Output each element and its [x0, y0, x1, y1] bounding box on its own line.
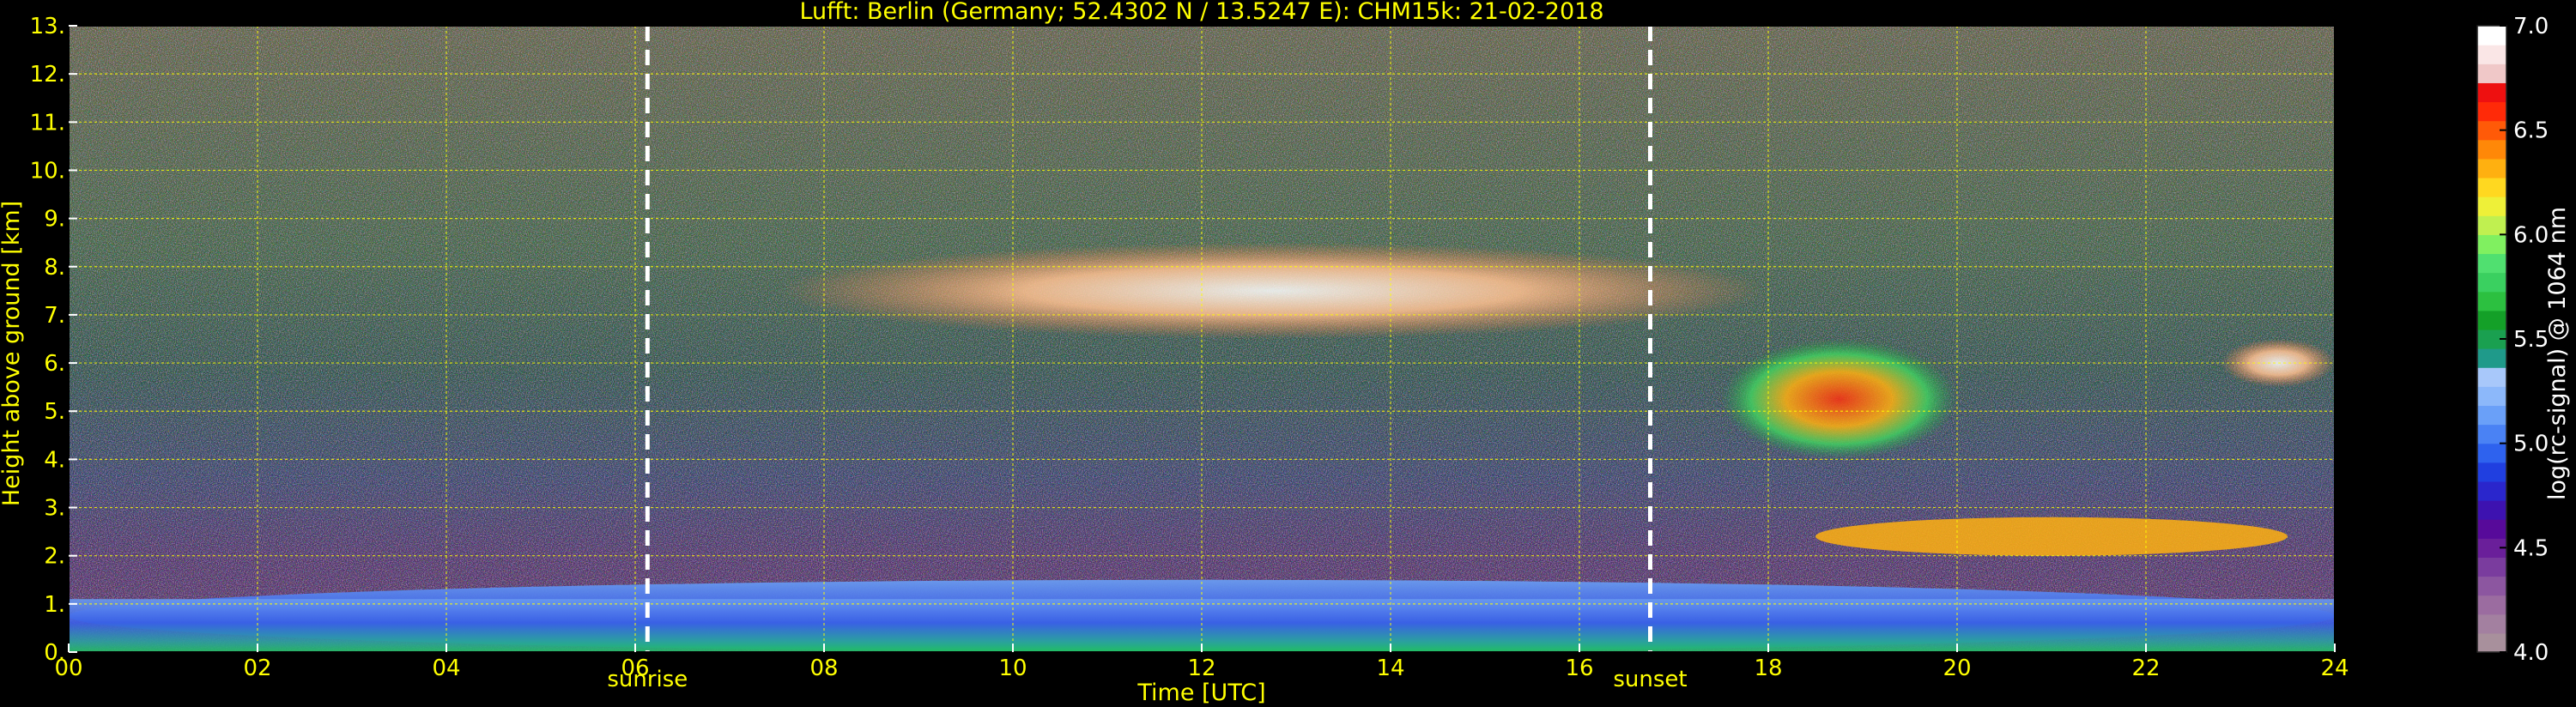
x-tick-label: 02 — [243, 656, 271, 681]
y-tick-label: 10. — [30, 158, 65, 184]
x-tick-label: 14 — [1376, 656, 1404, 681]
colorbar-segment — [2477, 519, 2506, 539]
y-tick-label: 1. — [44, 592, 65, 618]
colorbar-segment — [2477, 158, 2506, 178]
y-tick-label: 6. — [44, 351, 65, 377]
colorbar-segment — [2477, 139, 2506, 160]
y-tick-label: 13. — [30, 14, 65, 39]
colorbar-tick-label: 4.5 — [2513, 535, 2549, 561]
colorbar-segment — [2477, 26, 2506, 45]
x-tick-label: 04 — [432, 656, 460, 681]
colorbar-segment — [2477, 632, 2506, 653]
colorbar-segment — [2477, 443, 2506, 463]
y-tick-label: 7. — [44, 303, 65, 329]
colorbar-segment — [2477, 576, 2506, 596]
x-tick-label: 06 — [621, 656, 649, 681]
y-tick-label: 5. — [44, 399, 65, 425]
colorbar-segment — [2477, 500, 2506, 520]
colorbar-segment — [2477, 613, 2506, 634]
colorbar-segment — [2477, 101, 2506, 122]
colorbar-segment — [2477, 480, 2506, 501]
y-tick-label: 4. — [44, 447, 65, 473]
colorbar-segment — [2477, 386, 2506, 407]
colorbar-segment — [2477, 63, 2506, 83]
colorbar-segment — [2477, 196, 2506, 216]
colorbar-segment — [2477, 405, 2506, 426]
colorbar-segment — [2477, 272, 2506, 293]
layer-mid-level-cloud — [1721, 339, 1957, 460]
chart-title: Lufft: Berlin (Germany; 52.4302 N / 13.5… — [799, 0, 1603, 25]
x-tick-label: 08 — [809, 656, 838, 681]
x-tick-label: 16 — [1565, 656, 1593, 681]
x-tick-label: 22 — [2131, 656, 2160, 681]
layer-cirrus-cloud — [777, 242, 1768, 339]
layer-residual-layer — [1815, 517, 2288, 556]
colorbar-segment — [2477, 595, 2506, 615]
x-tick-label: 10 — [998, 656, 1027, 681]
y-tick-label: 3. — [44, 496, 65, 522]
colorbar-segment — [2477, 348, 2506, 368]
colorbar-segment — [2477, 462, 2506, 482]
y-axis-label: Height above ground [km] — [0, 201, 25, 506]
colorbar-label: log(rc-signal) @ 1064 nm — [2544, 207, 2571, 500]
x-tick-label: 18 — [1754, 656, 1782, 681]
colorbar-segment — [2477, 310, 2506, 330]
y-tick-label: 2. — [44, 544, 65, 570]
colorbar-segment — [2477, 557, 2506, 577]
y-tick-label: 8. — [44, 255, 65, 281]
x-tick-label: 24 — [2320, 656, 2349, 681]
colorbar-segment — [2477, 177, 2506, 197]
colorbar-segment — [2477, 253, 2506, 274]
x-tick-label: 12 — [1187, 656, 1215, 681]
colorbar-segment — [2477, 291, 2506, 311]
y-tick-label: 12. — [30, 62, 65, 88]
colorbar-segment — [2477, 215, 2506, 235]
x-tick-label: 20 — [1943, 656, 1971, 681]
sunset-label: sunset — [1613, 667, 1687, 692]
colorbar-segment — [2477, 367, 2506, 387]
colorbar-tick-label: 4.0 — [2513, 640, 2549, 666]
colorbar-segment — [2477, 424, 2506, 444]
colorbar-segment — [2477, 45, 2506, 64]
colorbar-segment — [2477, 82, 2506, 103]
colorbar-tick-label: 6.5 — [2513, 118, 2549, 144]
colorbar-segment — [2477, 234, 2506, 255]
ceilometer-chart: sunrise sunset 00 02 04 06 08 10 12 14 16 18 20 22 24… — [0, 0, 2571, 706]
y-tick-label: 11. — [30, 110, 65, 136]
x-axis-label: Time [UTC] — [1136, 680, 1265, 706]
y-tick-label: 0. — [44, 640, 65, 666]
colorbar-tick-label: 7.0 — [2513, 14, 2549, 39]
y-tick-label: 9. — [44, 207, 65, 233]
